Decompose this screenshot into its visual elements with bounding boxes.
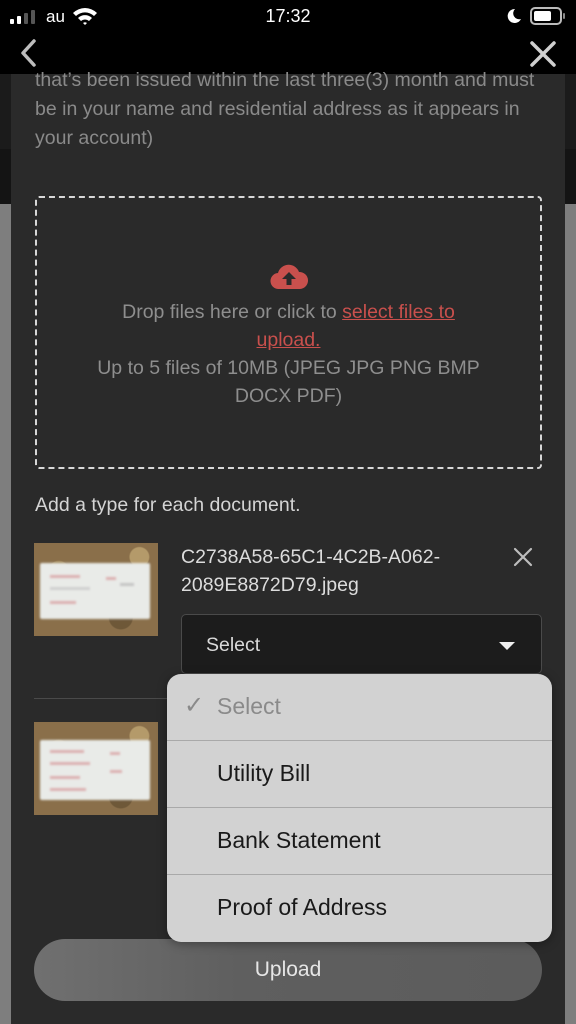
remove-file-icon[interactable]: [512, 546, 534, 568]
caret-down-icon: [499, 642, 515, 650]
document-preview: [40, 563, 150, 619]
file-dropzone[interactable]: Drop files here or click to select files…: [35, 196, 542, 469]
dropzone-prompt: Drop files here or click to: [122, 301, 343, 323]
document-type-value: Select: [206, 634, 261, 656]
back-chevron-icon[interactable]: [14, 36, 44, 70]
status-bar: au 17:32: [0, 0, 576, 34]
instructions-text: that’s been issued within the last three…: [35, 69, 535, 149]
upload-button[interactable]: Upload: [34, 939, 542, 1001]
status-time: 17:32: [265, 6, 311, 26]
picker-option-select[interactable]: ✓ Select: [167, 674, 552, 741]
dropzone-text: Drop files here or click to select files…: [37, 298, 540, 410]
picker-option-label: Utility Bill: [217, 760, 311, 786]
document-type-picker: ✓ Select Utility Bill Bank Statement Pro…: [167, 674, 552, 942]
do-not-disturb-moon-icon: [507, 8, 521, 23]
picker-option-label: Bank Statement: [217, 827, 381, 853]
file-name: C2738A58-65C1-4C2B-A062-2089E8872D79.jpe…: [181, 546, 441, 596]
picker-option-proof-of-address[interactable]: Proof of Address: [167, 875, 552, 942]
file-thumbnail: [34, 543, 158, 636]
add-type-label: Add a type for each document.: [35, 494, 301, 516]
document-type-select[interactable]: Select: [181, 614, 542, 674]
picker-option-label: Select: [217, 693, 281, 719]
document-preview: [40, 740, 150, 800]
cloud-upload-icon: [270, 264, 308, 290]
file-limits-text: Up to 5 files of 10MB (JPEG JPG PNG BMP …: [97, 357, 480, 407]
file-thumbnail: [34, 722, 158, 815]
battery-icon: [530, 7, 565, 25]
checkmark-icon: ✓: [184, 692, 205, 719]
picker-option-label: Proof of Address: [217, 894, 388, 920]
picker-option-utility-bill[interactable]: Utility Bill: [167, 741, 552, 808]
picker-option-bank-statement[interactable]: Bank Statement: [167, 808, 552, 875]
